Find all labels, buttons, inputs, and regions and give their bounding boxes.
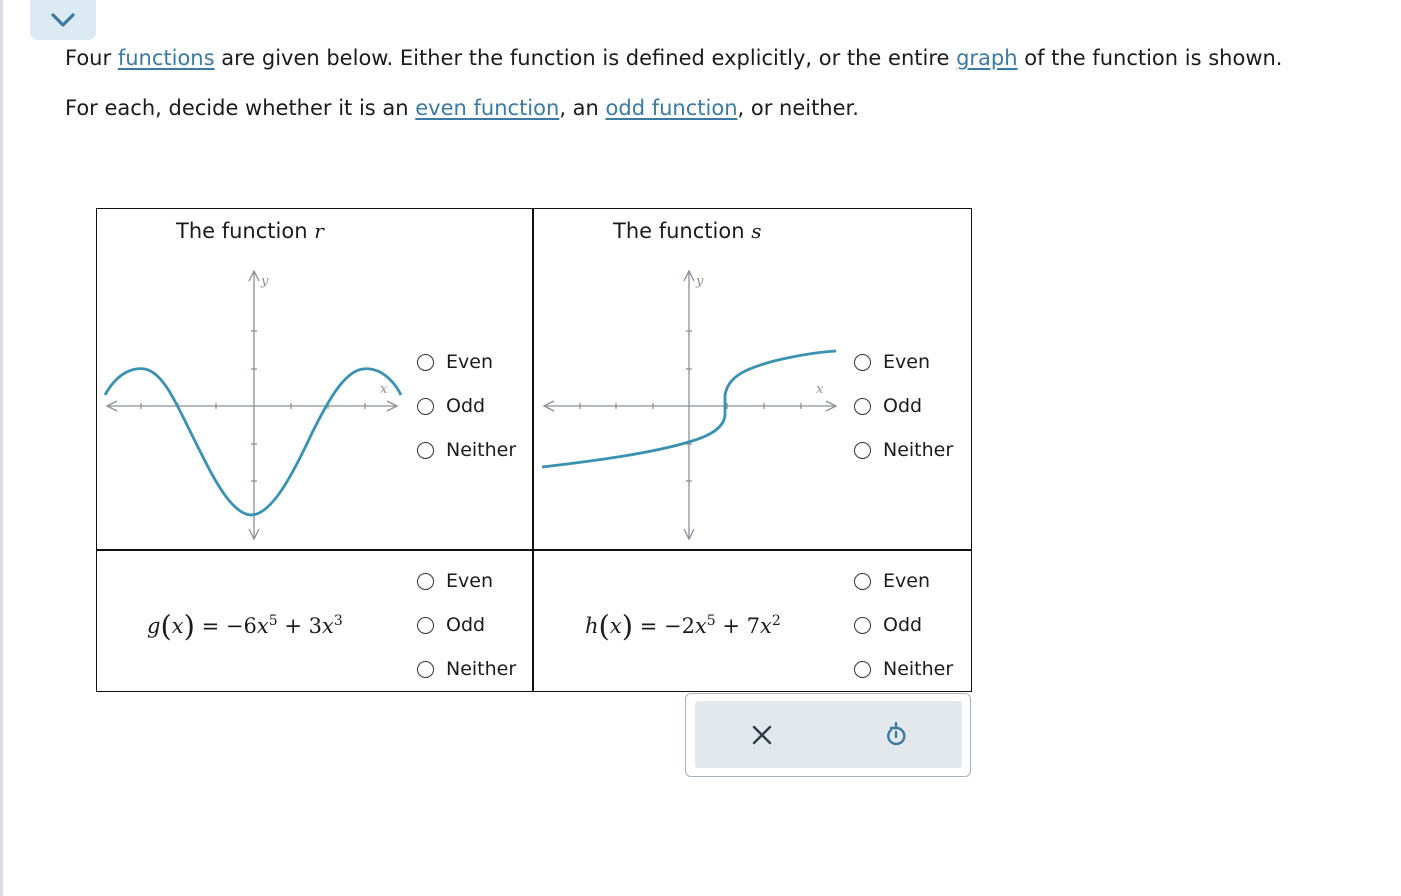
radio-button[interactable] (417, 353, 434, 371)
option-label: Even (883, 351, 930, 373)
exponent: 5 (706, 613, 716, 629)
radio-even[interactable]: Even (854, 559, 953, 603)
intro-text: For each, decide whether it is an (65, 96, 416, 120)
radio-odd[interactable]: Odd (417, 603, 516, 647)
y-axis (683, 269, 695, 541)
function-name: h (585, 614, 599, 638)
radio-even[interactable]: Even (417, 559, 516, 603)
equals-sign: = (194, 614, 226, 638)
answer-toolbar (685, 693, 971, 777)
radio-neither[interactable]: Neither (417, 428, 516, 472)
option-label: Odd (446, 395, 486, 417)
radio-even[interactable]: Even (854, 340, 953, 384)
instructions-line-1: Four functions are given below. Either t… (65, 44, 1282, 72)
radio-button[interactable] (854, 660, 871, 678)
chevron-down-icon (51, 13, 75, 27)
panel-h-options: Even Odd Neither (854, 559, 953, 691)
y-axis (248, 269, 260, 541)
radio-button[interactable] (417, 441, 434, 459)
option-label: Odd (883, 614, 923, 636)
intro-text: Four (65, 46, 118, 70)
panel-r-options: Even Odd Neither (417, 340, 516, 472)
radio-even[interactable]: Even (417, 340, 516, 384)
radio-neither[interactable]: Neither (854, 647, 953, 691)
reset-button[interactable] (829, 701, 963, 769)
option-label: Odd (883, 395, 923, 417)
collapse-button[interactable] (30, 0, 96, 40)
clear-button[interactable] (695, 701, 829, 769)
intro-text: , an (559, 96, 606, 120)
graph-link[interactable]: graph (956, 46, 1017, 70)
radio-button[interactable] (854, 572, 871, 590)
functions-link[interactable]: functions (118, 46, 215, 70)
option-label: Even (446, 570, 493, 592)
intro-text: are given below. Either the function is … (214, 46, 957, 70)
row-divider (97, 549, 971, 551)
radio-neither[interactable]: Neither (417, 647, 516, 691)
even-function-link[interactable]: even function (415, 96, 559, 120)
operator: + (277, 614, 309, 638)
coefficient: 7 (746, 614, 761, 638)
left-border (0, 0, 3, 896)
y-axis-label: y (695, 274, 704, 289)
coefficient: 3 (308, 614, 322, 638)
x-axis-label: x (816, 382, 824, 397)
option-label: Even (883, 570, 930, 592)
panel-g-options: Even Odd Neither (417, 559, 516, 691)
option-label: Even (446, 351, 493, 373)
toolbar-inner (695, 701, 962, 768)
functions-table: The function r y x Even Odd Neither The … (96, 208, 972, 692)
close-icon (752, 725, 772, 745)
radio-button[interactable] (854, 353, 871, 371)
x-axis (542, 400, 838, 412)
radio-odd[interactable]: Odd (417, 384, 516, 428)
operator: + (715, 614, 747, 638)
y-axis-label: y (260, 274, 269, 289)
radio-button[interactable] (417, 397, 434, 415)
graph-s: y x (541, 269, 838, 541)
exponent: 2 (771, 613, 781, 629)
option-label: Neither (446, 658, 517, 680)
option-label: Neither (446, 439, 517, 461)
function-arg: x (171, 614, 184, 638)
x-axis (105, 400, 399, 412)
option-label: Odd (446, 614, 486, 636)
equals-sign: = (633, 614, 664, 638)
odd-function-link[interactable]: odd function (606, 96, 738, 120)
radio-button[interactable] (417, 572, 434, 590)
intro-text: , or neither. (737, 96, 859, 120)
radio-button[interactable] (854, 441, 871, 459)
function-name: g (147, 614, 161, 638)
exponent: 3 (333, 613, 343, 629)
x-axis-label: x (380, 382, 388, 397)
function-arg: x (609, 614, 622, 638)
radio-button[interactable] (417, 660, 434, 678)
intro-text: of the function is shown. (1017, 46, 1283, 70)
graph-r: y x (103, 269, 403, 541)
radio-odd[interactable]: Odd (854, 384, 953, 428)
h-formula: h(x) = −2x5 + 7x2 (585, 609, 781, 643)
function-curve (103, 367, 403, 517)
option-label: Neither (883, 439, 954, 461)
g-formula: g(x) = −6x5 + 3x3 (147, 609, 343, 643)
coefficient: −6 (225, 614, 257, 638)
option-label: Neither (883, 658, 954, 680)
radio-button[interactable] (417, 616, 434, 634)
radio-button[interactable] (854, 397, 871, 415)
radio-odd[interactable]: Odd (854, 603, 953, 647)
undo-icon (887, 722, 906, 746)
radio-neither[interactable]: Neither (854, 428, 953, 472)
exponent: 5 (268, 613, 278, 629)
panel-s-options: Even Odd Neither (854, 340, 953, 472)
instructions-line-2: For each, decide whether it is an even f… (65, 94, 859, 122)
coefficient: −2 (663, 614, 695, 638)
radio-button[interactable] (854, 616, 871, 634)
